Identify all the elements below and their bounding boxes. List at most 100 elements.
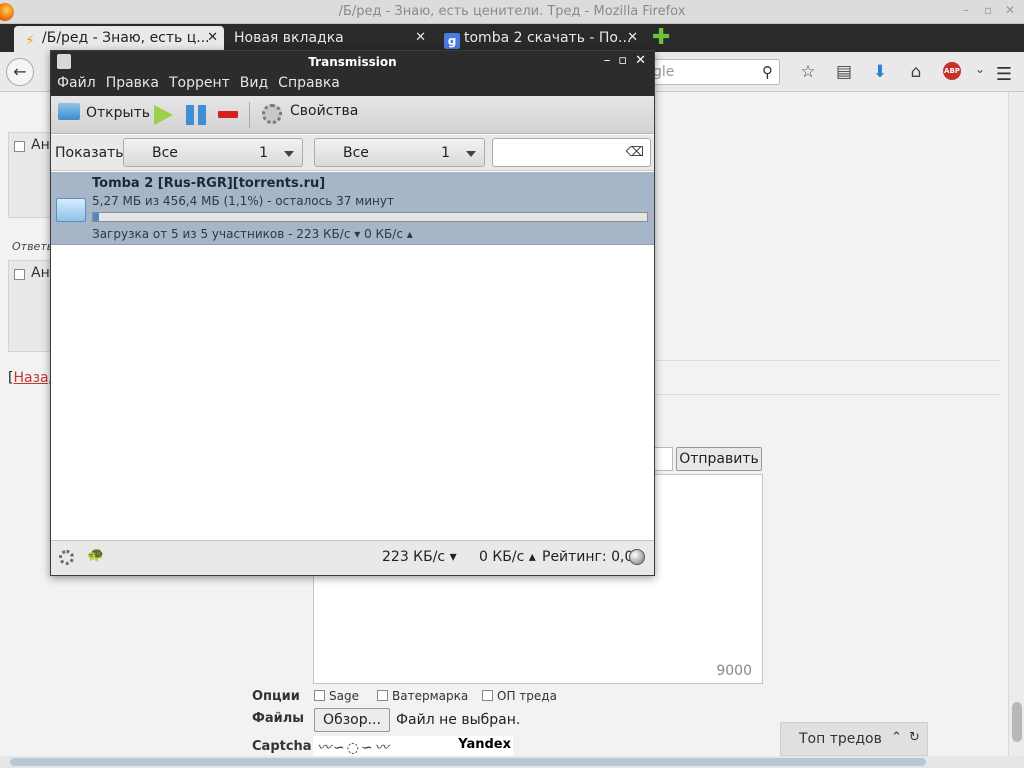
close-icon[interactable]: ✕	[635, 53, 646, 68]
scroll-thumb[interactable]	[10, 758, 926, 766]
close-icon[interactable]: ✕	[1002, 3, 1018, 17]
open-label: Открыть	[86, 105, 150, 121]
folder-icon	[56, 198, 86, 222]
menu-torrent[interactable]: Торрент	[169, 73, 235, 96]
collapse-up-icon[interactable]: ⌃	[891, 730, 902, 745]
option-watermark[interactable]: Ватермарка	[377, 689, 468, 703]
turtle-speed-limit-icon[interactable]: 🐢	[87, 547, 104, 563]
tab-close-icon[interactable]: ✕	[415, 30, 426, 45]
post-select-checkbox[interactable]	[14, 141, 25, 152]
transmission-statusbar: 🐢 223 КБ/с ▾ 0 КБ/с ▴ Рейтинг: 0,0	[51, 540, 654, 575]
status-filter-value: Все	[152, 145, 178, 161]
subject-input[interactable]	[655, 447, 673, 471]
properties-button[interactable]: Свойства	[290, 103, 358, 119]
search-bar[interactable]: gle ⚲	[640, 59, 780, 85]
sage-checkbox[interactable]	[314, 690, 325, 701]
transmission-window: Transmission – ▫ ✕ Файл Правка Торрент В…	[50, 50, 655, 576]
ratio-icon[interactable]	[629, 549, 645, 565]
answers-label: Ответы	[12, 240, 56, 253]
google-icon: g	[444, 33, 460, 49]
toolbar-separator	[249, 102, 250, 128]
start-play-icon[interactable]	[154, 105, 173, 125]
tracker-filter-value: Все	[343, 145, 369, 161]
divider	[655, 394, 1000, 395]
minimize-icon[interactable]: –	[604, 53, 611, 68]
divider	[655, 360, 1000, 361]
menu-file[interactable]: Файл	[57, 73, 101, 96]
post-author: Ан	[31, 137, 50, 153]
tab-search[interactable]: g tomba 2 скачать - По... ✕	[436, 26, 644, 52]
scroll-thumb[interactable]	[1012, 702, 1022, 742]
watermark-checkbox[interactable]	[377, 690, 388, 701]
tracker-filter-dropdown[interactable]: Все 1	[314, 138, 485, 167]
menu-view[interactable]: Вид	[240, 73, 273, 96]
refresh-icon[interactable]: ↻	[909, 730, 920, 745]
toolbar-icons: ☆ ▤ ⬇ ⌂ ABP ⌄	[790, 62, 990, 82]
pause-icon[interactable]	[186, 105, 206, 125]
yandex-logo: Yandex	[456, 736, 513, 756]
properties-gear-icon[interactable]	[262, 104, 282, 124]
maximize-icon[interactable]: ▫	[980, 3, 996, 17]
filter-bar: Показать: Все 1 Все 1 ⌫	[51, 135, 654, 171]
torrent-name: Tomba 2 [Rus-RGR][torrents.ru]	[92, 176, 326, 191]
window-title: /Б/ред - Знаю, есть ценители. Тред - Moz…	[338, 4, 686, 19]
tracker-filter-count: 1	[441, 145, 450, 161]
transmission-titlebar: Transmission – ▫ ✕	[51, 51, 654, 73]
captcha-label: Captcha	[252, 739, 312, 754]
settings-gear-icon[interactable]	[59, 550, 74, 565]
char-counter: 9000	[716, 663, 752, 679]
browse-button[interactable]: Обзор...	[314, 708, 390, 732]
vertical-scrollbar[interactable]	[1008, 92, 1024, 756]
home-icon[interactable]: ⌂	[898, 62, 934, 82]
tab-new[interactable]: Новая вкладка ✕	[226, 26, 432, 52]
submit-button[interactable]: Отправить	[676, 447, 762, 471]
tab-close-icon[interactable]: ✕	[627, 30, 638, 45]
ratio-label[interactable]: Рейтинг: 0,0	[542, 549, 633, 565]
tab-close-icon[interactable]: ✕	[207, 30, 218, 45]
maximize-icon[interactable]: ▫	[618, 53, 627, 68]
search-placeholder: gle	[653, 64, 675, 80]
adblock-icon[interactable]: ABP	[943, 62, 961, 80]
tab-label: Новая вкладка	[234, 30, 344, 46]
upload-speed: 0 КБ/с ▴	[479, 549, 536, 565]
download-arrow-icon[interactable]: ⬇	[862, 62, 898, 82]
chevron-down-icon[interactable]: ⌄	[970, 62, 990, 82]
torrent-search-input[interactable]: ⌫	[492, 138, 651, 167]
transmission-menubar: Файл Правка Торрент Вид Справка	[51, 73, 654, 96]
chevron-down-icon	[466, 151, 476, 157]
top-threads-panel[interactable]: Топ тредов ⌃ ↻	[780, 722, 928, 756]
option-label: ОП треда	[497, 689, 557, 703]
captcha-scribble-icon: 〰∽◌∽〰	[317, 740, 391, 756]
menu-edit[interactable]: Правка	[106, 73, 164, 96]
tab-thread[interactable]: ⚡ /Б/ред - Знаю, есть ц... ✕	[14, 26, 224, 52]
folder-open-icon	[58, 103, 80, 120]
torrent-row[interactable]: Tomba 2 [Rus-RGR][torrents.ru] 5,27 МБ и…	[51, 172, 654, 245]
bookmarks-list-icon[interactable]: ▤	[826, 62, 862, 82]
hamburger-menu-icon[interactable]: ☰	[996, 64, 1012, 85]
tab-label: tomba 2 скачать - По...	[464, 30, 632, 46]
post-select-checkbox[interactable]	[14, 269, 25, 280]
bolt-icon: ⚡	[25, 33, 35, 49]
progress-fill	[93, 213, 100, 221]
back-arrow-icon[interactable]: ←	[6, 58, 34, 86]
transmission-title: Transmission	[308, 55, 397, 69]
option-op[interactable]: ОП треда	[482, 689, 557, 703]
menu-help[interactable]: Справка	[278, 73, 345, 96]
remove-icon[interactable]	[218, 111, 238, 118]
show-label: Показать:	[55, 145, 129, 161]
bookmark-star-icon[interactable]: ☆	[790, 62, 826, 82]
tab-label: /Б/ред - Знаю, есть ц...	[42, 30, 210, 46]
chevron-down-icon	[284, 151, 294, 157]
op-checkbox[interactable]	[482, 690, 493, 701]
new-tab-plus-icon[interactable]: ✚	[652, 27, 672, 49]
minimize-icon[interactable]: –	[958, 3, 974, 17]
option-sage[interactable]: Sage	[314, 689, 359, 703]
status-filter-dropdown[interactable]: Все 1	[123, 138, 303, 167]
horizontal-scrollbar[interactable]	[0, 756, 1024, 768]
open-button[interactable]: Открыть	[58, 103, 150, 121]
option-label: Ватермарка	[392, 689, 469, 703]
clear-text-icon[interactable]: ⌫	[626, 145, 644, 160]
tab-strip: ⚡ /Б/ред - Знаю, есть ц... ✕ Новая вкладк…	[0, 24, 1024, 52]
search-icon[interactable]: ⚲	[762, 63, 773, 81]
options-label: Опции	[252, 689, 300, 704]
